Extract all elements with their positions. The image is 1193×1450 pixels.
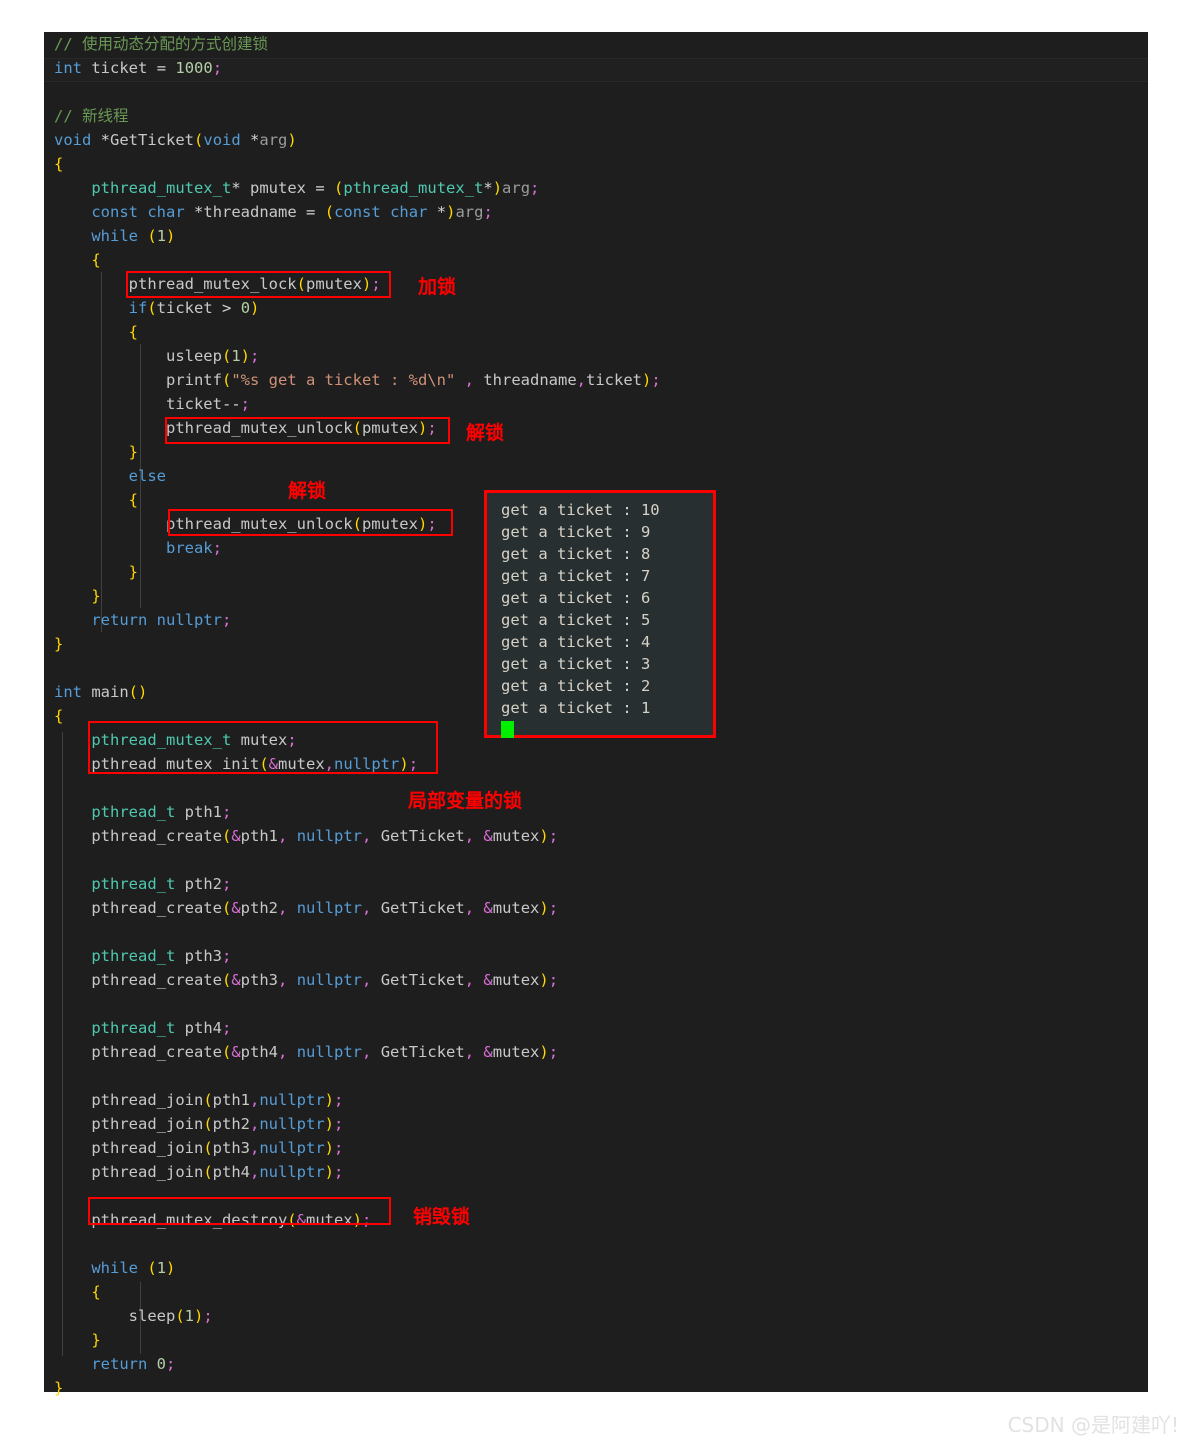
lock-label: 加锁: [418, 276, 457, 298]
code-line: printf("%s get a ticket : %d\n" , thread…: [165, 371, 661, 389]
code-line: pthread_create(&pth1, nullptr, GetTicket…: [91, 827, 559, 845]
code-line: pthread_join(pth1,nullptr);: [91, 1091, 344, 1109]
terminal-line: get a ticket : 4: [501, 633, 651, 651]
code-line: pthread_mutex_t* pmutex = (pthread_mutex…: [91, 179, 540, 197]
destroy-label: 销毁锁: [413, 1206, 471, 1228]
terminal-output-panel[interactable]: get a ticket : 10 get a ticket : 9 get a…: [484, 490, 716, 738]
code-line: if(ticket > 0): [128, 299, 260, 317]
code-line: pthread_mutex_unlock(pmutex);: [165, 419, 437, 437]
code-line: while (1): [91, 227, 176, 245]
code-line: {: [54, 155, 64, 173]
terminal-line: get a ticket : 3: [501, 655, 651, 673]
code-line: }: [128, 443, 138, 461]
code-line: pthread_t pth3;: [91, 947, 232, 965]
code-line: pthread_t pth1;: [91, 803, 232, 821]
code-line: sleep(1);: [128, 1307, 213, 1325]
code-line: pthread_mutex_init(&mutex,nullptr);: [91, 755, 419, 773]
terminal-line: get a ticket : 10: [501, 501, 660, 519]
terminal-line: get a ticket : 1: [501, 699, 651, 717]
code-line: // 新线程: [54, 107, 129, 125]
code-line: else: [128, 467, 166, 485]
code-line: return 0;: [91, 1355, 176, 1373]
local-mutex-label: 局部变量的锁: [408, 790, 523, 812]
code-line: pthread_create(&pth4, nullptr, GetTicket…: [91, 1043, 559, 1061]
code-line: }: [54, 1379, 64, 1397]
code-line: pthread_t pth4;: [91, 1019, 232, 1037]
terminal-line: get a ticket : 2: [501, 677, 651, 695]
code-line: }: [91, 1331, 101, 1349]
code-line: pthread_t pth2;: [91, 875, 232, 893]
terminal-line: get a ticket : 7: [501, 567, 651, 585]
code-line: while (1): [91, 1259, 176, 1277]
unlock-label-1: 解锁: [466, 422, 505, 444]
code-line: const char *threadname = (const char *)a…: [91, 203, 493, 221]
code-line: usleep(1);: [165, 347, 260, 365]
code-line: pthread_mutex_lock(pmutex);: [128, 275, 381, 293]
unlock-label-2: 解锁: [288, 480, 327, 502]
code-line: void *GetTicket(void *arg): [54, 131, 297, 149]
code-line: pthread_create(&pth2, nullptr, GetTicket…: [91, 899, 559, 917]
code-line: {: [91, 1283, 101, 1301]
code-line: int ticket = 1000;: [54, 59, 223, 77]
terminal-line: get a ticket : 8: [501, 545, 651, 563]
code-line: pthread_join(pth3,nullptr);: [91, 1139, 344, 1157]
code-line: ticket--;: [165, 395, 251, 413]
code-line: // 使用动态分配的方式创建锁: [54, 35, 268, 53]
code-line: {: [128, 323, 138, 341]
terminal-line: get a ticket : 6: [501, 589, 651, 607]
code-line: {: [91, 251, 101, 269]
terminal-cursor-line: [501, 719, 713, 741]
code-line: pthread_create(&pth3, nullptr, GetTicket…: [91, 971, 559, 989]
code-line: pthread_mutex_destroy(&mutex);: [91, 1211, 372, 1229]
code-line: pthread_join(pth4,nullptr);: [91, 1163, 344, 1181]
terminal-line: get a ticket : 9: [501, 523, 651, 541]
terminal-line: get a ticket : 5: [501, 611, 651, 629]
csdn-watermark: CSDN @是阿建吖!: [1007, 1413, 1179, 1437]
terminal-cursor: [501, 721, 514, 738]
code-line: pthread_join(pth2,nullptr);: [91, 1115, 344, 1133]
